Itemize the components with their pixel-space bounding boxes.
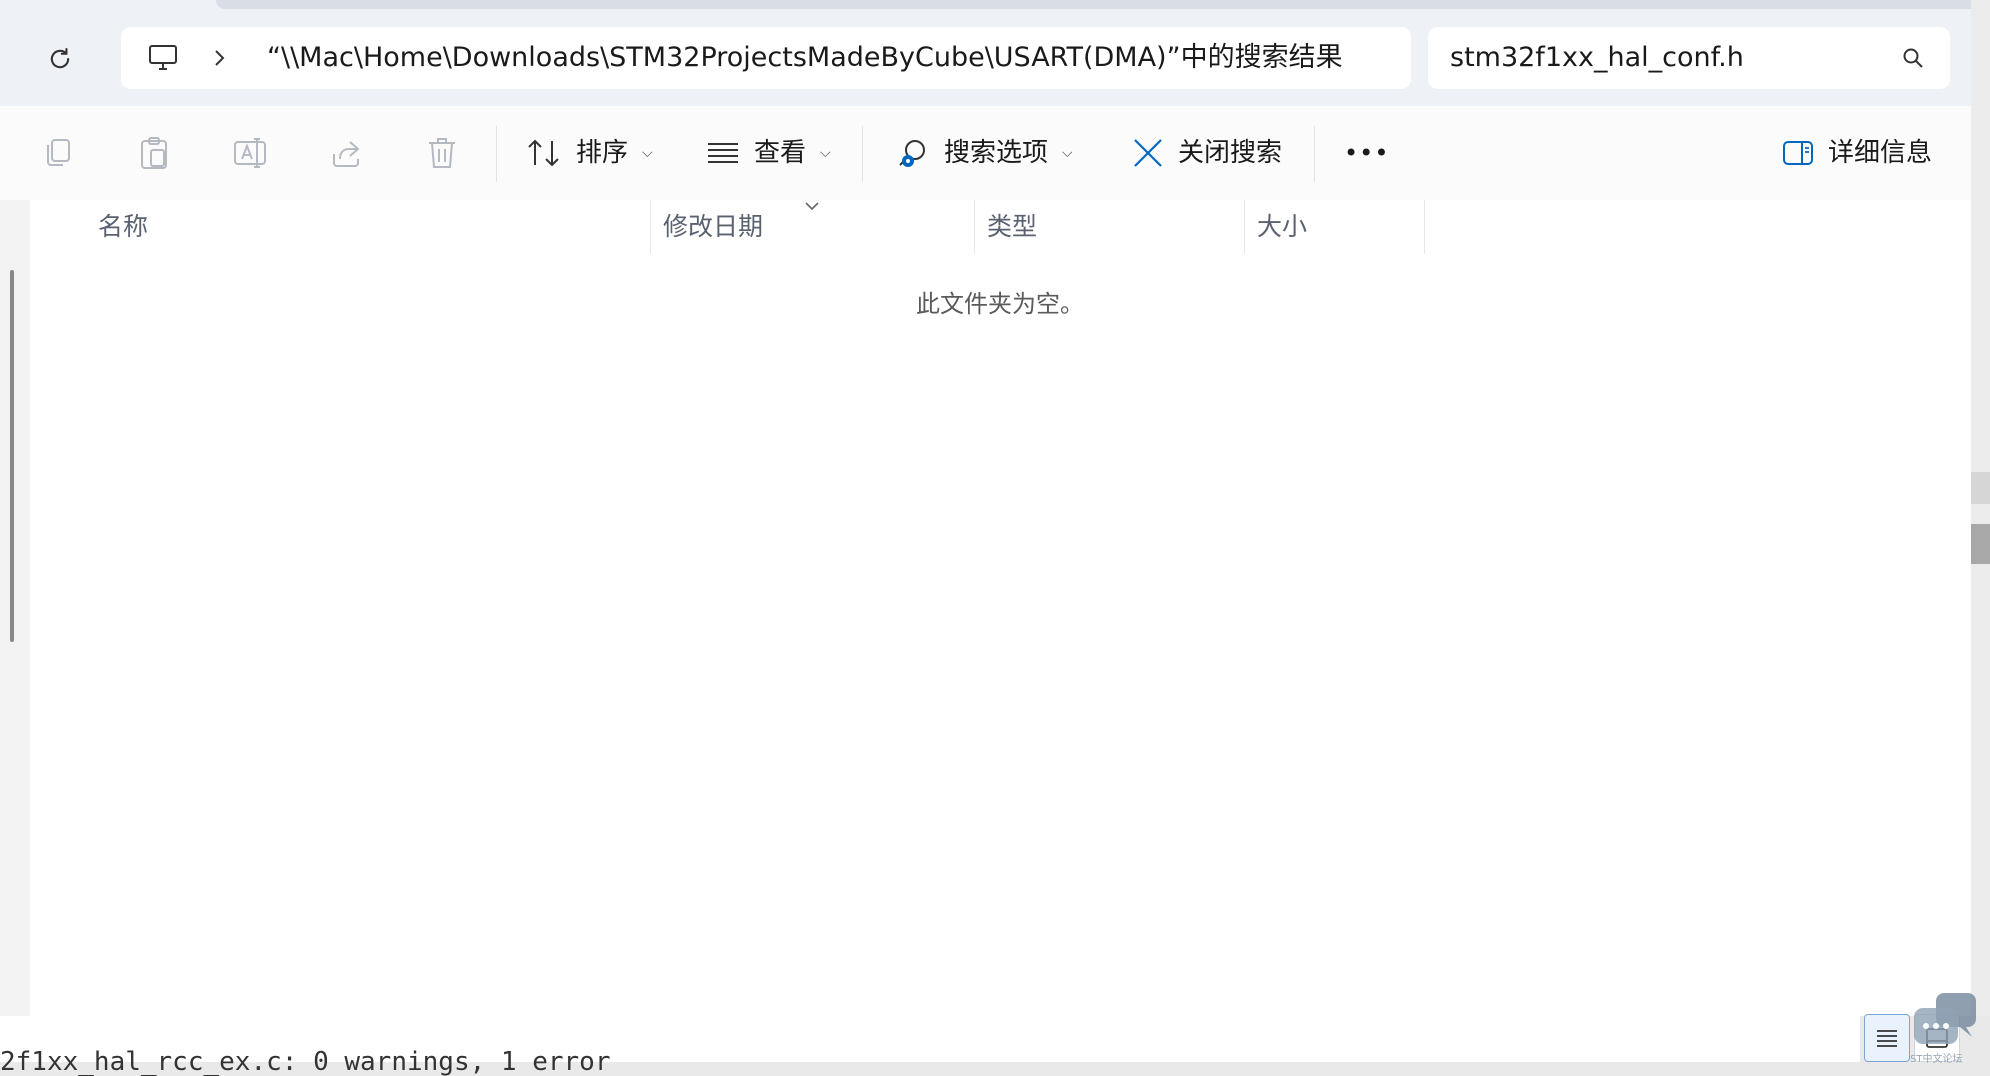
chevron-down-icon: ⌵ (642, 145, 653, 161)
chevron-right-icon[interactable] (207, 41, 231, 75)
column-divider (650, 200, 651, 254)
close-icon (1134, 139, 1162, 167)
details-pane-button[interactable]: 详细信息 (1782, 123, 1932, 183)
tab-strip-edge (216, 0, 1971, 9)
details-label: 详细信息 (1828, 138, 1933, 168)
chevron-down-icon: ⌵ (1062, 145, 1073, 161)
toolbar-separator (1314, 126, 1315, 182)
more-options-button[interactable]: ••• (1344, 123, 1389, 183)
view-label: 查看 (754, 138, 807, 168)
toolbar-separator (862, 126, 863, 182)
paste-button[interactable] (134, 133, 174, 173)
column-header-size[interactable]: 大小 (1257, 200, 1417, 254)
view-button[interactable]: 查看 ⌵ (706, 123, 831, 183)
details-view-button[interactable] (1864, 1014, 1910, 1062)
copy-button[interactable] (38, 133, 78, 173)
column-divider (974, 200, 975, 254)
refresh-button[interactable] (37, 36, 83, 82)
search-input[interactable]: stm32f1xx_hal_conf.h (1450, 27, 1744, 89)
rename-icon (234, 138, 266, 168)
chevron-down-icon: ⌵ (820, 145, 831, 161)
refresh-icon (50, 48, 70, 69)
column-header-name[interactable]: 名称 (98, 200, 668, 254)
empty-folder-message: 此文件夹为空。 (916, 290, 1084, 318)
close-search-label: 关闭搜索 (1178, 138, 1283, 168)
share-button[interactable] (326, 133, 366, 173)
toolbar-separator (496, 126, 497, 182)
details-view-icon (1877, 1030, 1897, 1047)
rename-button[interactable] (230, 133, 270, 173)
sort-label: 排序 (576, 138, 629, 168)
column-header-date-modified[interactable]: 修改日期 (663, 200, 963, 254)
paste-icon (141, 137, 167, 169)
column-divider (1424, 200, 1425, 254)
background-window-scroll-thumb (1971, 524, 1990, 564)
column-divider (1244, 200, 1245, 254)
details-pane-icon (1783, 141, 1813, 165)
navigation-pane (0, 200, 30, 1016)
sort-button[interactable]: 排序 ⌵ (526, 123, 653, 183)
file-list: 名称 修改日期 类型 大小 此文件夹为空。 (30, 200, 1971, 1016)
address-path[interactable]: “\\Mac\Home\Downloads\STM32ProjectsMadeB… (267, 27, 1343, 89)
this-pc-icon[interactable] (143, 39, 183, 77)
column-header-type[interactable]: 类型 (987, 200, 1237, 254)
share-icon (333, 141, 360, 167)
delete-button[interactable] (422, 133, 462, 173)
command-bar: 排序 ⌵ 查看 ⌵ 搜索选项 ⌵ 关闭搜索 ••• 详细信息 (0, 106, 1971, 201)
search-box[interactable]: stm32f1xx_hal_conf.h (1428, 27, 1950, 89)
sort-icon (528, 139, 559, 167)
view-list-icon (708, 143, 738, 163)
build-output-text: 2f1xx_hal_rcc_ex.c: 0 warnings, 1 error (0, 1048, 611, 1076)
address-bar[interactable]: “\\Mac\Home\Downloads\STM32ProjectsMadeB… (121, 27, 1411, 89)
forum-watermark-logo: ST中文论坛 (1910, 993, 1976, 1065)
trash-icon (429, 138, 455, 168)
search-options-label: 搜索选项 (944, 138, 1049, 168)
title-address-bar: “\\Mac\Home\Downloads\STM32ProjectsMadeB… (0, 0, 1971, 106)
copy-icon (47, 139, 70, 166)
close-search-button[interactable]: 关闭搜索 (1132, 123, 1282, 183)
search-options-icon (899, 140, 925, 167)
navigation-scrollbar[interactable] (10, 270, 14, 642)
search-icon[interactable] (1898, 43, 1928, 73)
watermark-text: ST中文论坛 (1910, 1052, 1962, 1065)
more-icon: ••• (1344, 139, 1390, 167)
search-options-button[interactable]: 搜索选项 ⌵ (896, 123, 1073, 183)
background-window-strip (1971, 472, 1990, 504)
